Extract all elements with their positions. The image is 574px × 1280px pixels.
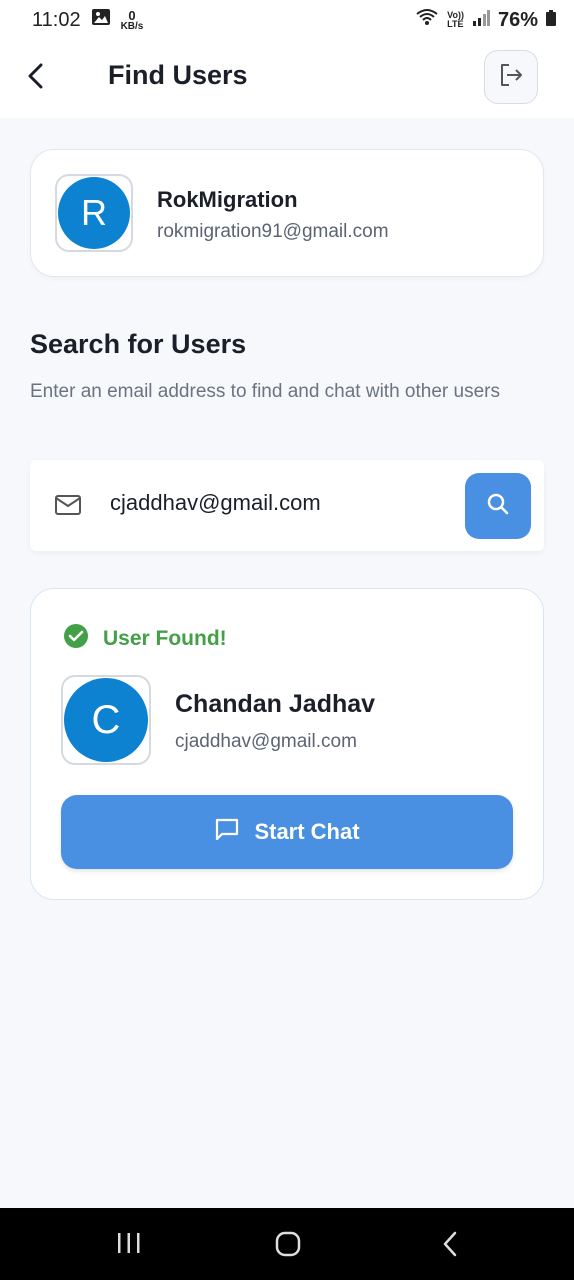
back-button[interactable] (18, 60, 54, 96)
status-right: Vo)) LTE 76% (415, 8, 556, 32)
lte-bottom: LTE (447, 19, 464, 29)
search-section-title: Search for Users (30, 329, 247, 359)
status-left: 11:02 0 KB/s (32, 8, 143, 32)
user-found-text: User Found! (103, 626, 227, 650)
speed-value: 0 (128, 7, 136, 23)
status-time: 11:02 (32, 8, 81, 31)
battery-percent: 76% (497, 8, 538, 31)
gallery-icon (91, 8, 111, 32)
signal-icon (472, 9, 490, 32)
recents-icon[interactable] (116, 1230, 142, 1261)
speed-unit: KB/s (120, 20, 144, 32)
search-result-card: User Found! C Chandan Jadhav cjaddhav@gm… (30, 588, 544, 900)
logout-button[interactable] (484, 50, 538, 104)
current-user-avatar: R (55, 174, 133, 252)
found-user-email: cjaddhav@gmail.com (175, 731, 357, 752)
app-header: Find Users (0, 40, 574, 118)
avatar-initial: R (58, 177, 130, 249)
search-section-subtitle: Enter an email address to find and chat … (30, 381, 500, 402)
logout-icon (498, 62, 524, 93)
avatar-initial: C (64, 678, 148, 762)
email-search-input[interactable] (110, 488, 460, 518)
search-icon (486, 492, 510, 521)
back-icon[interactable] (440, 1230, 460, 1263)
current-user-name: RokMigration (157, 187, 298, 212)
network-speed: 0 KB/s (121, 9, 144, 32)
check-circle-icon (63, 623, 89, 654)
chat-bubble-icon (214, 817, 240, 847)
wifi-icon (415, 8, 439, 32)
page-title: Find Users (108, 60, 248, 90)
system-nav-bar (0, 1208, 574, 1280)
search-button[interactable] (465, 473, 531, 539)
mail-icon (54, 494, 82, 521)
status-bar: 11:02 0 KB/s Vo)) LTE 76% (0, 0, 574, 40)
found-user-name: Chandan Jadhav (175, 690, 376, 718)
user-found-status: User Found! (63, 623, 227, 654)
home-icon[interactable] (274, 1230, 302, 1263)
battery-icon (546, 9, 556, 32)
current-user-card: R RokMigration rokmigration91@gmail.com (30, 149, 544, 277)
search-box (30, 460, 544, 551)
chevron-left-icon (26, 63, 46, 94)
start-chat-label: Start Chat (254, 819, 360, 844)
start-chat-button[interactable]: Start Chat (61, 795, 513, 869)
current-user-email: rokmigration91@gmail.com (157, 221, 389, 242)
found-user-avatar: C (61, 675, 151, 765)
lte-indicator: Vo)) LTE (447, 11, 464, 29)
